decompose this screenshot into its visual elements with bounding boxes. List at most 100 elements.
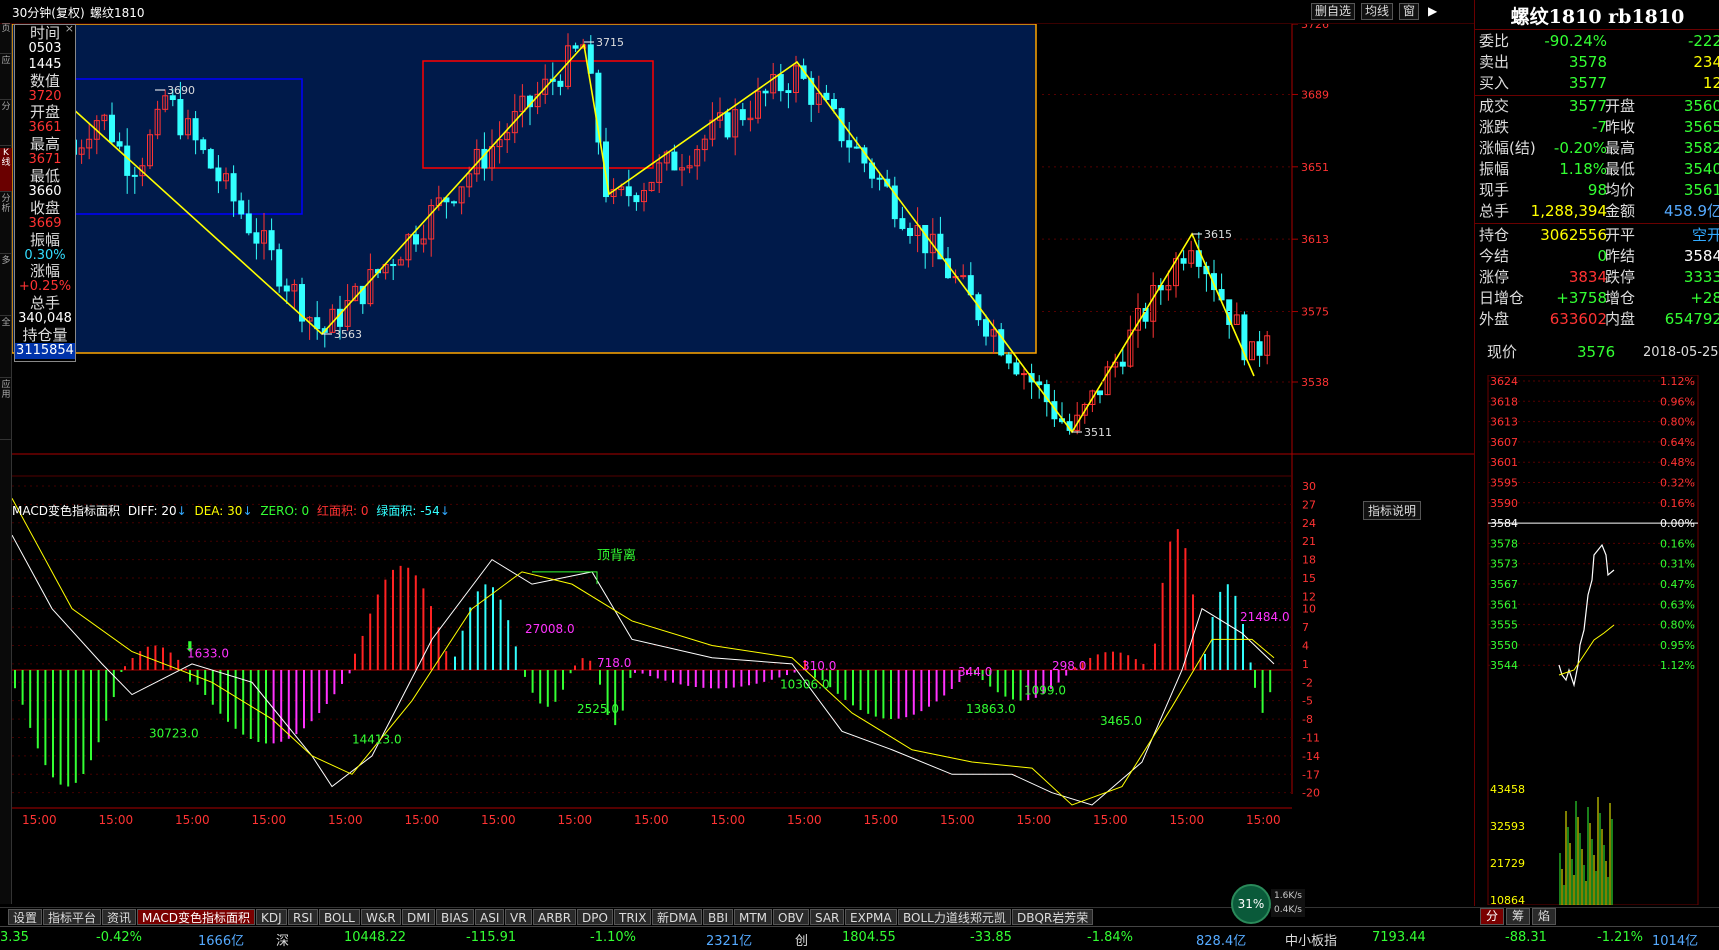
- indicator-tab[interactable]: DPO: [577, 909, 613, 925]
- candle-body: [1005, 354, 1012, 364]
- indicator-tab[interactable]: VR: [505, 909, 532, 925]
- low-value: 3660: [28, 183, 62, 199]
- indicator-tab[interactable]: ASI: [475, 909, 505, 925]
- indicator-tab[interactable]: OBV: [773, 909, 809, 925]
- candle-body: [831, 99, 837, 110]
- quote-value: 633602: [1549, 310, 1607, 328]
- network-speed-gauge[interactable]: 31%: [1231, 884, 1271, 924]
- indicator-help-button[interactable]: 指标说明: [1363, 501, 1422, 520]
- indicator-tab[interactable]: BOLL力道线郑元凯: [898, 909, 1011, 925]
- candle-body: [853, 146, 860, 149]
- indicator-tab[interactable]: 资讯: [102, 909, 137, 925]
- divider: [1475, 223, 1719, 224]
- side-tab[interactable]: 全: [0, 318, 12, 378]
- quote-label: 昨收: [1605, 118, 1636, 136]
- mini-price-label: 3590: [1490, 497, 1518, 510]
- side-tab[interactable]: 分: [0, 102, 12, 146]
- indicator-tab[interactable]: EXPMA: [845, 909, 897, 925]
- down-arrow-icon: ↓: [439, 504, 450, 518]
- indicator-tab[interactable]: BIAS: [436, 909, 474, 925]
- candle-body: [671, 151, 678, 171]
- side-tab-kline[interactable]: K线: [0, 148, 12, 192]
- chart-canvas[interactable]: 36903715356336153511 3726368936513613357…: [12, 24, 1474, 907]
- close-label: 收盘: [29, 198, 60, 217]
- quote-label: 内盘: [1605, 310, 1636, 328]
- indicator-tab[interactable]: RSI: [288, 909, 318, 925]
- time-tick-label: 15:00: [558, 813, 593, 827]
- quote-row: 持仓 3062556 开平 空开: [1477, 225, 1719, 246]
- quote-row: 买入 3577 12: [1477, 73, 1719, 94]
- expand-arrow-icon[interactable]: ▶: [1425, 4, 1440, 19]
- candle-body: [238, 200, 245, 215]
- candle-body: [625, 186, 632, 197]
- chg-label: 涨幅: [29, 262, 60, 281]
- quote-title: 螺纹1810 rb1810: [1510, 6, 1685, 28]
- indicator-tab[interactable]: MACD变色指标面积: [137, 909, 255, 925]
- candle-body: [314, 317, 321, 330]
- high-label: 最高: [29, 135, 60, 154]
- indicator-tab[interactable]: MTM: [734, 909, 773, 925]
- candle-body: [922, 224, 929, 254]
- remove-watchlist-button[interactable]: 删自选: [1311, 3, 1356, 20]
- candle-body: [557, 80, 564, 87]
- intraday-mini-chart[interactable]: 3624 1.12% 3618 0.96% 3613 0.80% 3607 0.64% 3601…: [1474, 375, 1719, 905]
- candle-body: [200, 139, 207, 151]
- close-icon[interactable]: ×: [65, 23, 74, 35]
- macd-tick-label: -5: [1302, 695, 1313, 708]
- indicator-tab[interactable]: KDJ: [256, 909, 287, 925]
- indicator-tab[interactable]: 设置: [8, 909, 43, 925]
- indicator-tab[interactable]: 指标平台: [43, 909, 102, 925]
- macd-area-label: 30723.0: [149, 726, 199, 740]
- indicator-tab[interactable]: 新DMA: [652, 909, 702, 925]
- quote-label: 跌停: [1605, 268, 1636, 286]
- macd-title[interactable]: MACD变色指标面积: [12, 504, 120, 518]
- mini-pct-label: 0.80%: [1660, 416, 1695, 429]
- mini-pct-label: 0.80%: [1660, 619, 1695, 632]
- side-tab[interactable]: 应: [0, 56, 12, 100]
- indicator-tab[interactable]: DMI: [402, 909, 436, 925]
- side-tab[interactable]: 多: [0, 256, 12, 316]
- indicator-tab[interactable]: TRIX: [614, 909, 652, 925]
- high-value: 3671: [28, 152, 62, 168]
- side-tab[interactable]: 分析: [0, 194, 12, 254]
- indicator-tab[interactable]: DBQR岩芳荣: [1012, 909, 1094, 925]
- indicator-tab[interactable]: W&R: [361, 909, 401, 925]
- mini-chart-tabs: 分 筹 焰: [1480, 908, 1557, 925]
- price-annotation: 3690: [167, 84, 195, 97]
- candle-body: [207, 149, 214, 169]
- amp-value: 0.30%: [24, 247, 66, 263]
- tab-flame[interactable]: 焰: [1532, 908, 1557, 925]
- quote-row: 总手 1,288,394 金额 458.9亿: [1477, 201, 1719, 222]
- indicator-tab[interactable]: SAR: [810, 909, 845, 925]
- quote-value: +3758: [1556, 289, 1607, 307]
- macd-area-label: 298.0: [1052, 659, 1086, 673]
- macd-area-label: 718.0: [597, 656, 631, 670]
- mini-price-label: 3555: [1490, 619, 1518, 632]
- tab-minute[interactable]: 分: [1480, 908, 1505, 925]
- mini-price-label: 3607: [1490, 436, 1518, 449]
- indicator-tab[interactable]: BOLL: [319, 909, 360, 925]
- candle-body: [253, 232, 260, 244]
- upload-speed: 1.6K/s: [1274, 891, 1302, 901]
- chg-value: +0.25%: [18, 279, 72, 295]
- candle-body: [1021, 373, 1027, 376]
- candle-body: [413, 234, 419, 245]
- time-tick-label: 15:00: [787, 813, 822, 827]
- window-button[interactable]: 窗: [1399, 3, 1420, 20]
- ticker-item: 创: [795, 934, 809, 949]
- toolbar-buttons: 删自选 均线 窗 ▶: [1311, 3, 1440, 20]
- macd-tick-label: 15: [1302, 572, 1316, 585]
- indicator-tab[interactable]: ARBR: [533, 909, 577, 925]
- mini-price-label: 3618: [1490, 395, 1518, 408]
- amp-label: 振幅: [29, 230, 60, 249]
- side-tab[interactable]: 页: [0, 24, 12, 54]
- macd-area-label: 1633.0: [187, 647, 229, 661]
- moving-average-button[interactable]: 均线: [1361, 3, 1394, 20]
- side-tab[interactable]: 应用: [0, 380, 12, 440]
- indicator-tab[interactable]: BBI: [703, 909, 734, 925]
- quote-label: 开平: [1605, 226, 1636, 244]
- mini-volume-label: 32593: [1490, 820, 1525, 833]
- quote-value: 3584: [1683, 247, 1719, 265]
- tab-chips[interactable]: 筹: [1506, 908, 1531, 925]
- cursor-info-box: × 时间 0503 1445 数值 3720 开盘 3661 最高 3671 最…: [14, 23, 76, 362]
